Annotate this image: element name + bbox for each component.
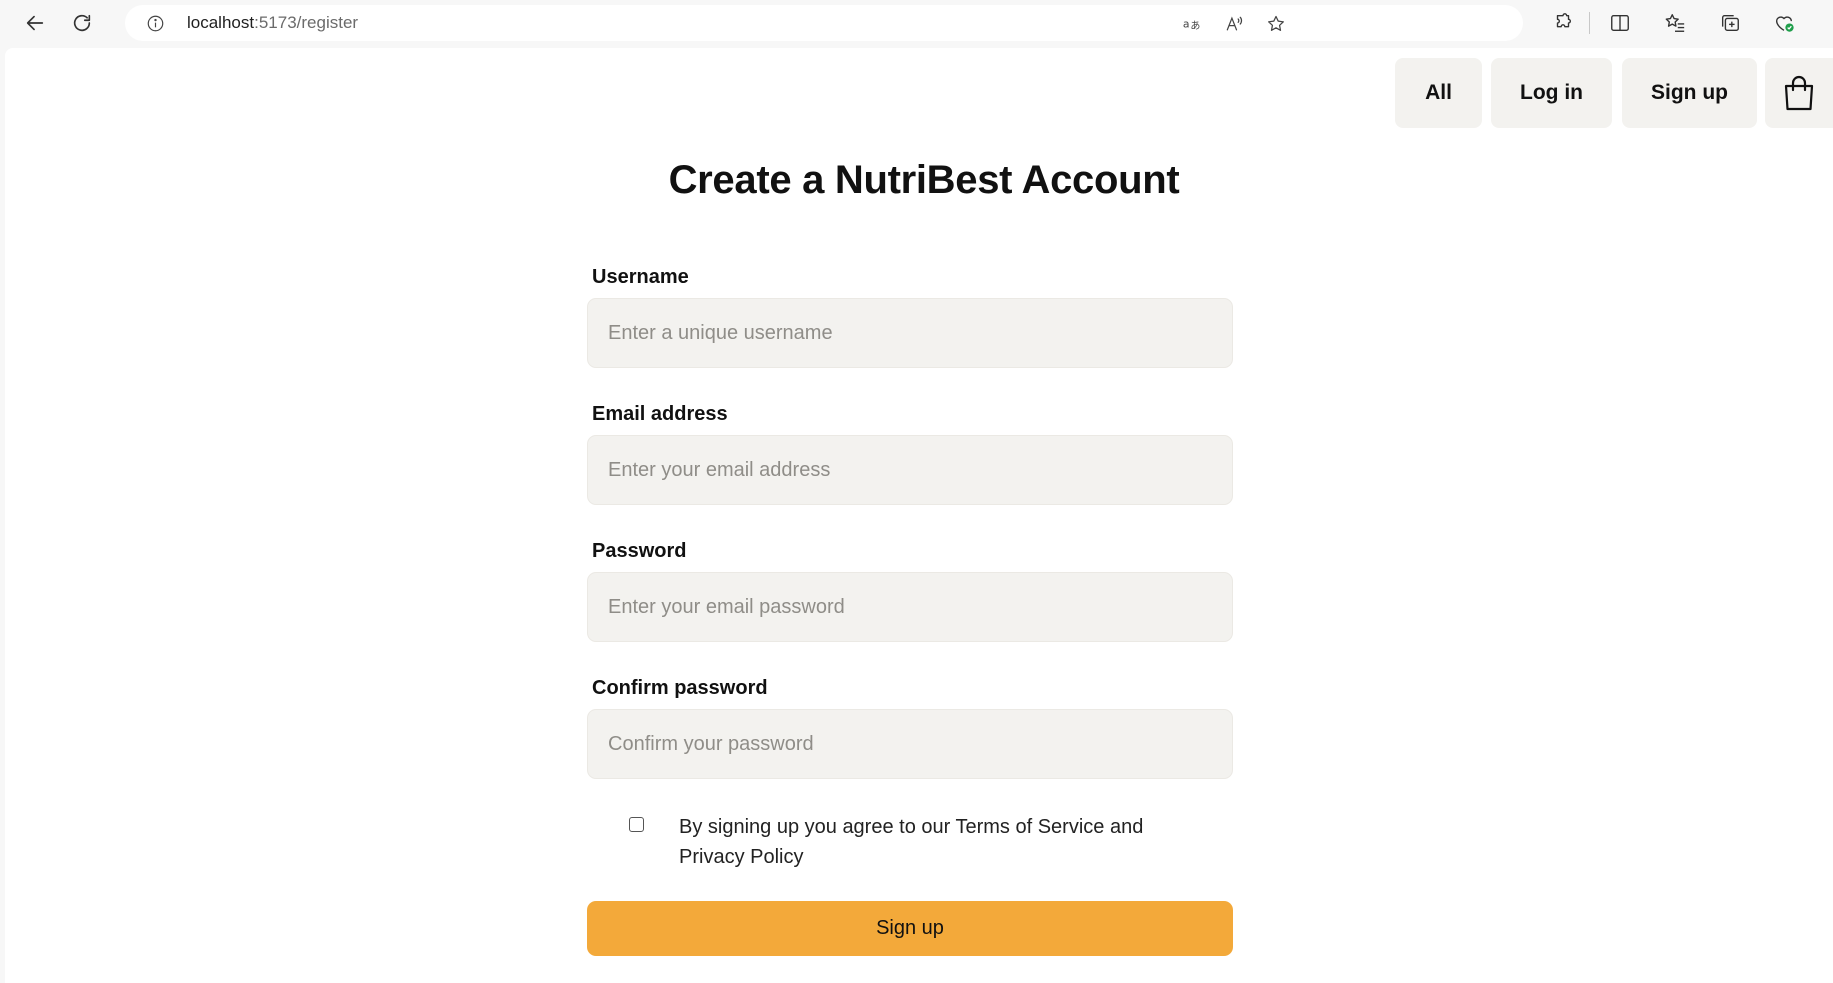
url-text[interactable]: localhost:5173/register bbox=[187, 5, 358, 41]
terms-text: By signing up you agree to our Terms of … bbox=[679, 816, 1144, 868]
nav-signup-button[interactable]: Sign up bbox=[1622, 58, 1757, 128]
confirm-password-input[interactable] bbox=[587, 709, 1233, 779]
nav-login-button[interactable]: Log in bbox=[1491, 58, 1612, 128]
back-arrow-icon bbox=[26, 15, 44, 31]
svg-text:あ: あ bbox=[1190, 20, 1200, 32]
favorites-list-icon[interactable] bbox=[1663, 11, 1687, 35]
url-host: localhost bbox=[187, 13, 255, 32]
read-aloud-icon[interactable] bbox=[1224, 14, 1244, 34]
extensions-icon[interactable] bbox=[1551, 11, 1575, 35]
email-label: Email address bbox=[592, 403, 728, 425]
reload-button[interactable] bbox=[65, 6, 99, 40]
address-bar[interactable]: localhost:5173/register a あ bbox=[125, 5, 1523, 41]
email-input[interactable] bbox=[587, 435, 1233, 505]
password-input[interactable] bbox=[587, 572, 1233, 642]
cart-button[interactable] bbox=[1765, 58, 1833, 128]
reload-icon bbox=[73, 14, 91, 32]
page-viewport: All Log in Sign up Create a NutriBest Ac… bbox=[5, 48, 1833, 983]
favorite-star-icon[interactable] bbox=[1266, 14, 1286, 34]
browser-toolbar: localhost:5173/register a あ bbox=[0, 0, 1833, 45]
translate-icon[interactable]: a あ bbox=[1182, 14, 1202, 34]
site-info-icon[interactable] bbox=[147, 15, 164, 32]
back-button[interactable] bbox=[18, 6, 52, 40]
shopping-bag-icon bbox=[1784, 75, 1814, 111]
signup-submit-button[interactable]: Sign up bbox=[587, 901, 1233, 956]
url-path: :5173/register bbox=[254, 13, 359, 32]
username-input[interactable] bbox=[587, 298, 1233, 368]
split-screen-icon[interactable] bbox=[1608, 11, 1632, 35]
page-title: Create a NutriBest Account bbox=[5, 158, 1833, 203]
username-label: Username bbox=[592, 266, 689, 288]
collections-icon[interactable] bbox=[1718, 11, 1742, 35]
page-title-text: Create a NutriBest Account bbox=[668, 158, 1180, 202]
password-label: Password bbox=[592, 540, 687, 562]
nav-all-button[interactable]: All bbox=[1395, 58, 1482, 128]
browser-essentials-icon[interactable] bbox=[1772, 11, 1796, 35]
site-nav: All Log in Sign up bbox=[5, 58, 1833, 128]
terms-checkbox[interactable] bbox=[629, 817, 644, 832]
toolbar-divider bbox=[1589, 12, 1590, 34]
svg-text:a: a bbox=[1183, 17, 1190, 30]
confirm-password-label: Confirm password bbox=[592, 677, 768, 699]
